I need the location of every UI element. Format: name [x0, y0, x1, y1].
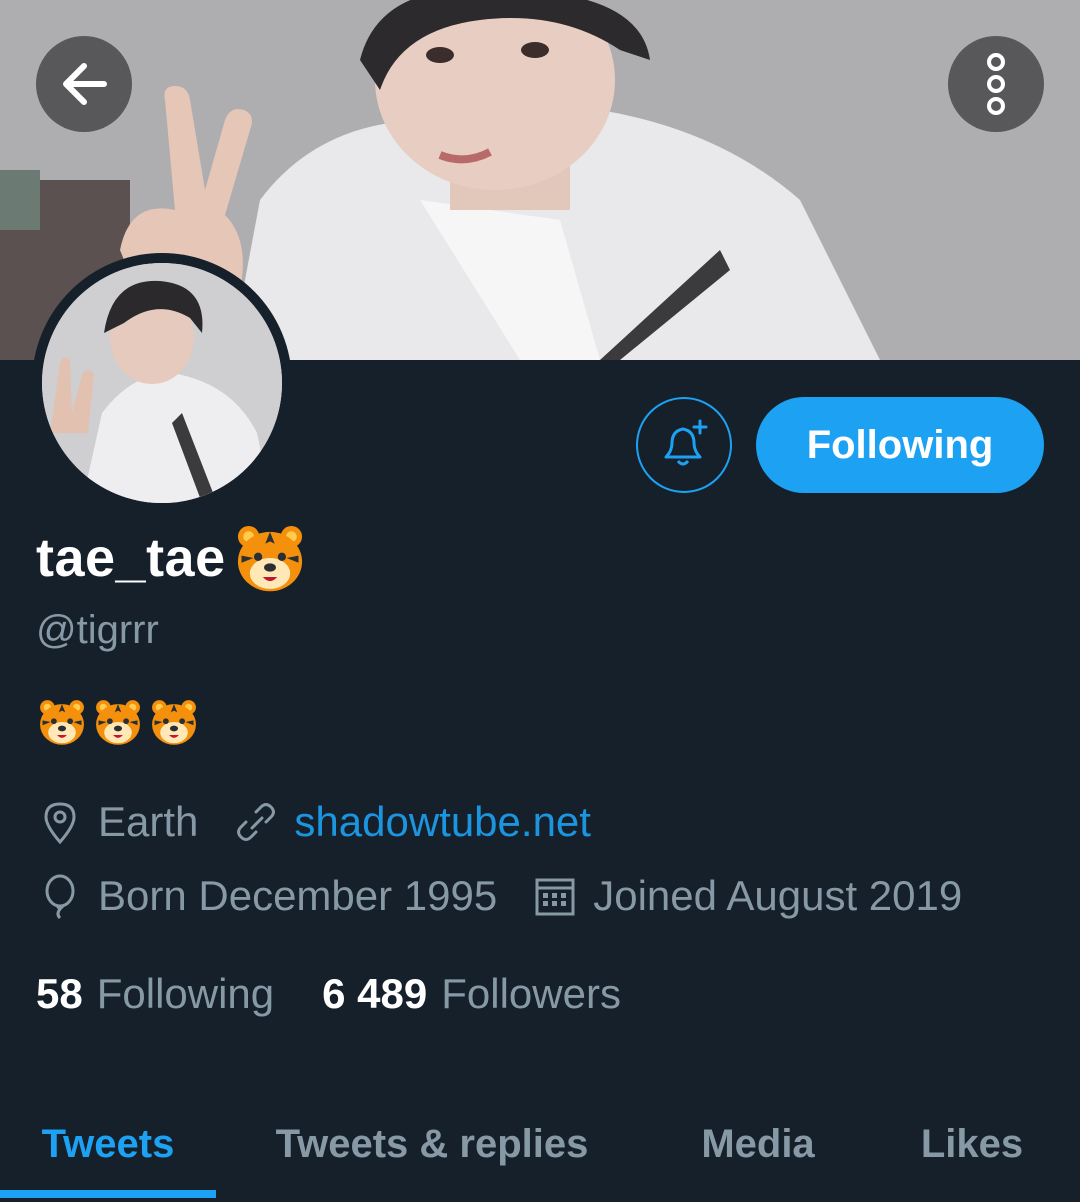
tiger-emoji-icon [92, 696, 144, 748]
website-link[interactable]: shadowtube.net [294, 798, 591, 846]
profile-bio [36, 696, 200, 752]
following-count: 58 [36, 970, 83, 1017]
link-icon [237, 803, 276, 841]
followers-label: Followers [441, 970, 621, 1017]
tab-likes[interactable]: Likes [890, 1092, 1054, 1196]
joined-text: Joined August 2019 [593, 872, 963, 919]
website-item[interactable]: shadowtube.net [232, 798, 591, 846]
joined-item: Joined August 2019 [531, 872, 962, 920]
calendar-icon [535, 878, 575, 916]
following-count-link[interactable]: 58 Following [36, 970, 274, 1018]
following-label: Following [96, 970, 275, 1017]
more-vertical-icon [987, 53, 1005, 115]
avatar[interactable] [42, 263, 282, 503]
more-options-button[interactable] [948, 36, 1044, 132]
birthday-item: Born December 1995 [36, 872, 497, 920]
location-text: Earth [98, 798, 199, 845]
display-name-text: tae_tae [36, 528, 226, 588]
balloon-icon [45, 874, 75, 920]
profile-meta-row-2: Born December 1995 Joined August 2019 [36, 866, 962, 926]
tiger-emoji-icon [36, 696, 88, 748]
avatar-frame[interactable] [32, 253, 292, 513]
profile-meta-row-1: Earth shadowtube.net [36, 792, 591, 852]
following-button[interactable]: Following [756, 397, 1044, 493]
tab-tweets[interactable]: Tweets [0, 1092, 216, 1196]
back-button[interactable] [36, 36, 132, 132]
active-tab-indicator [0, 1190, 216, 1198]
notifications-bell-button[interactable] [636, 397, 732, 493]
tab-tweets-and-replies[interactable]: Tweets & replies [236, 1092, 628, 1196]
arrow-left-icon [63, 63, 107, 105]
followers-count-link[interactable]: 6 489 Followers [322, 970, 621, 1018]
tiger-emoji-icon [232, 520, 308, 596]
followers-count: 6 489 [322, 970, 428, 1017]
display-name: tae_tae [36, 518, 308, 598]
user-handle: @tigrrr [36, 608, 159, 652]
profile-tabs: Tweets Tweets & replies Media Likes [0, 1092, 1080, 1202]
birthday-text: Born December 1995 [98, 872, 498, 919]
location-pin-icon [44, 802, 76, 845]
avatar-photo [42, 263, 282, 503]
bell-plus-icon [664, 419, 708, 466]
tiger-emoji-icon [148, 696, 200, 748]
location-item: Earth [36, 798, 198, 846]
follow-stats: 58 Following 6 489 Followers [36, 964, 621, 1024]
tab-media[interactable]: Media [668, 1092, 848, 1196]
